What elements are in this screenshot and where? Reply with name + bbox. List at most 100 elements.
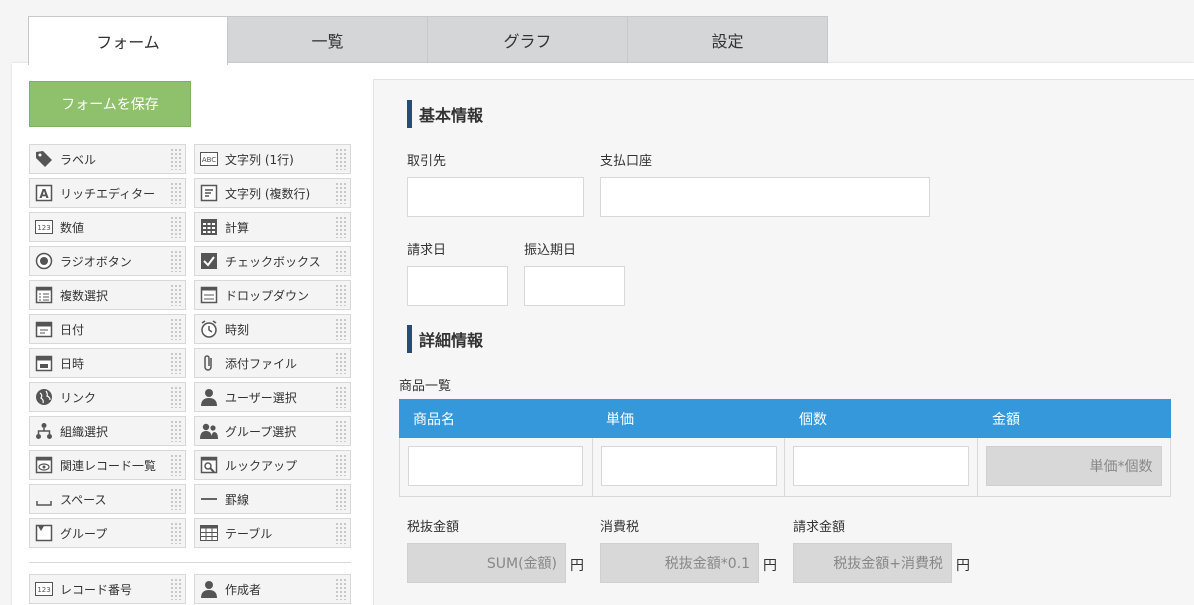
drag-handle-icon[interactable] (335, 578, 347, 600)
field-label-torihikisaki: 取引先 (407, 154, 447, 169)
palette-item-table[interactable]: テーブル (194, 518, 351, 548)
palette-item-calculator[interactable]: 計算 (194, 212, 351, 242)
drag-handle-icon[interactable] (335, 250, 347, 272)
table-row: 単価*個数 (399, 438, 1171, 497)
palette-item-number[interactable]: 123 レコード番号 (29, 574, 186, 604)
drag-handle-icon[interactable] (335, 318, 347, 340)
palette-item-paperclip[interactable]: 添付ファイル (194, 348, 351, 378)
drag-handle-icon[interactable] (170, 216, 182, 238)
product-name-input[interactable] (408, 446, 583, 486)
globe-icon (34, 387, 54, 407)
table-cell (785, 438, 978, 496)
drag-handle-icon[interactable] (170, 454, 182, 476)
column-header: 金額 (992, 411, 1020, 428)
palette-item-org[interactable]: 組織選択 (29, 416, 186, 446)
drag-handle-icon[interactable] (170, 182, 182, 204)
palette-item-label: グループ (60, 526, 108, 541)
group-folder-icon (34, 523, 54, 543)
palette-item-radio[interactable]: ラジオボタン (29, 246, 186, 276)
drag-handle-icon[interactable] (170, 578, 182, 600)
related-records-icon (34, 455, 54, 475)
palette-item-related-records[interactable]: 関連レコード一覧 (29, 450, 186, 480)
drag-handle-icon[interactable] (170, 148, 182, 170)
section-label-basic[interactable]: 基本情報 (407, 100, 483, 128)
palette-item-abc[interactable]: ABC 文字列 (1行) (194, 144, 351, 174)
palette-item-label: 時刻 (225, 322, 250, 337)
drag-handle-icon[interactable] (335, 386, 347, 408)
field-label-seikyu: 請求金額 (793, 520, 846, 535)
quantity-input[interactable] (793, 446, 969, 486)
tab-form[interactable]: フォーム (28, 16, 228, 65)
palette-item-rich-editor[interactable]: A リッチエディター (29, 178, 186, 208)
drag-handle-icon[interactable] (335, 454, 347, 476)
drag-handle-icon[interactable] (335, 522, 347, 544)
drag-handle-icon[interactable] (170, 352, 182, 374)
seikyu-calc-field[interactable]: 税抜金額+消費税 (793, 543, 952, 583)
unit-price-input[interactable] (600, 446, 777, 486)
save-form-button[interactable]: フォームを保存 (29, 81, 191, 127)
palette-item-group[interactable]: グループ選択 (194, 416, 351, 446)
palette-item-label: 計算 (225, 220, 250, 235)
torihikisaki-input[interactable] (407, 177, 584, 217)
palette-item-label: 関連レコード一覧 (60, 458, 157, 473)
number-icon: 123 (34, 579, 54, 599)
space-icon (34, 489, 54, 509)
palette-item-multi-select[interactable]: 複数選択 (29, 280, 186, 310)
drag-handle-icon[interactable] (335, 148, 347, 170)
date-icon (34, 319, 54, 339)
palette-item-dropdown[interactable]: ドロップダウン (194, 280, 351, 310)
palette-item-label: 数値 (60, 220, 85, 235)
seikyubi-date-input[interactable] (407, 266, 508, 306)
section-label-detail[interactable]: 詳細情報 (407, 325, 483, 353)
drag-handle-icon[interactable] (170, 250, 182, 272)
drag-handle-icon[interactable] (170, 284, 182, 306)
palette-item-multiline-text[interactable]: 文字列 (複数行) (194, 178, 351, 208)
palette-item-space[interactable]: スペース (29, 484, 186, 514)
palette-item-date[interactable]: 日付 (29, 314, 186, 344)
palette-item-label: リンク (60, 390, 97, 405)
palette-item-line[interactable]: 罫線 (194, 484, 351, 514)
drag-handle-icon[interactable] (335, 488, 347, 510)
org-icon (34, 421, 54, 441)
tab-bar: フォーム 一覧 グラフ 設定 (28, 16, 828, 65)
tab-list[interactable]: 一覧 (228, 16, 428, 64)
form-canvas (373, 79, 1194, 605)
checkbox-icon (199, 251, 219, 271)
palette-item-user[interactable]: 作成者 (194, 574, 351, 604)
dropdown-icon (199, 285, 219, 305)
multiline-text-icon (199, 183, 219, 203)
palette-item-lookup[interactable]: ルックアップ (194, 450, 351, 480)
drag-handle-icon[interactable] (335, 420, 347, 442)
palette-item-clock[interactable]: 時刻 (194, 314, 351, 344)
zeinuki-calc-field[interactable]: SUM(金額) (407, 543, 566, 583)
table-header[interactable]: 商品名 単価 個数 金額 (399, 399, 1171, 438)
palette-item-label: 添付ファイル (225, 356, 298, 371)
drag-handle-icon[interactable] (170, 420, 182, 442)
shohizei-calc-field[interactable]: 税抜金額*0.1 (600, 543, 759, 583)
amount-calc-field[interactable]: 単価*個数 (985, 446, 1162, 486)
palette-item-globe[interactable]: リンク (29, 382, 186, 412)
rich-editor-icon: A (34, 183, 54, 203)
table-title: 商品一覧 (399, 379, 452, 394)
palette-item-datetime[interactable]: 日時 (29, 348, 186, 378)
furikomi-date-input[interactable] (524, 266, 625, 306)
tab-settings[interactable]: 設定 (628, 16, 828, 64)
tag-icon (34, 149, 54, 169)
drag-handle-icon[interactable] (170, 522, 182, 544)
palette-item-group-folder[interactable]: グループ (29, 518, 186, 548)
tab-graph[interactable]: グラフ (428, 16, 628, 64)
drag-handle-icon[interactable] (335, 182, 347, 204)
drag-handle-icon[interactable] (170, 488, 182, 510)
palette-item-label: 組織選択 (60, 424, 109, 439)
drag-handle-icon[interactable] (170, 386, 182, 408)
shiharai-koza-input[interactable] (600, 177, 930, 217)
drag-handle-icon[interactable] (335, 352, 347, 374)
drag-handle-icon[interactable] (335, 284, 347, 306)
palette-item-checkbox[interactable]: チェックボックス (194, 246, 351, 276)
palette-item-label: チェックボックス (225, 254, 321, 269)
palette-item-tag[interactable]: ラベル (29, 144, 186, 174)
drag-handle-icon[interactable] (170, 318, 182, 340)
palette-item-user[interactable]: ユーザー選択 (194, 382, 351, 412)
drag-handle-icon[interactable] (335, 216, 347, 238)
palette-item-number[interactable]: 123 数値 (29, 212, 186, 242)
